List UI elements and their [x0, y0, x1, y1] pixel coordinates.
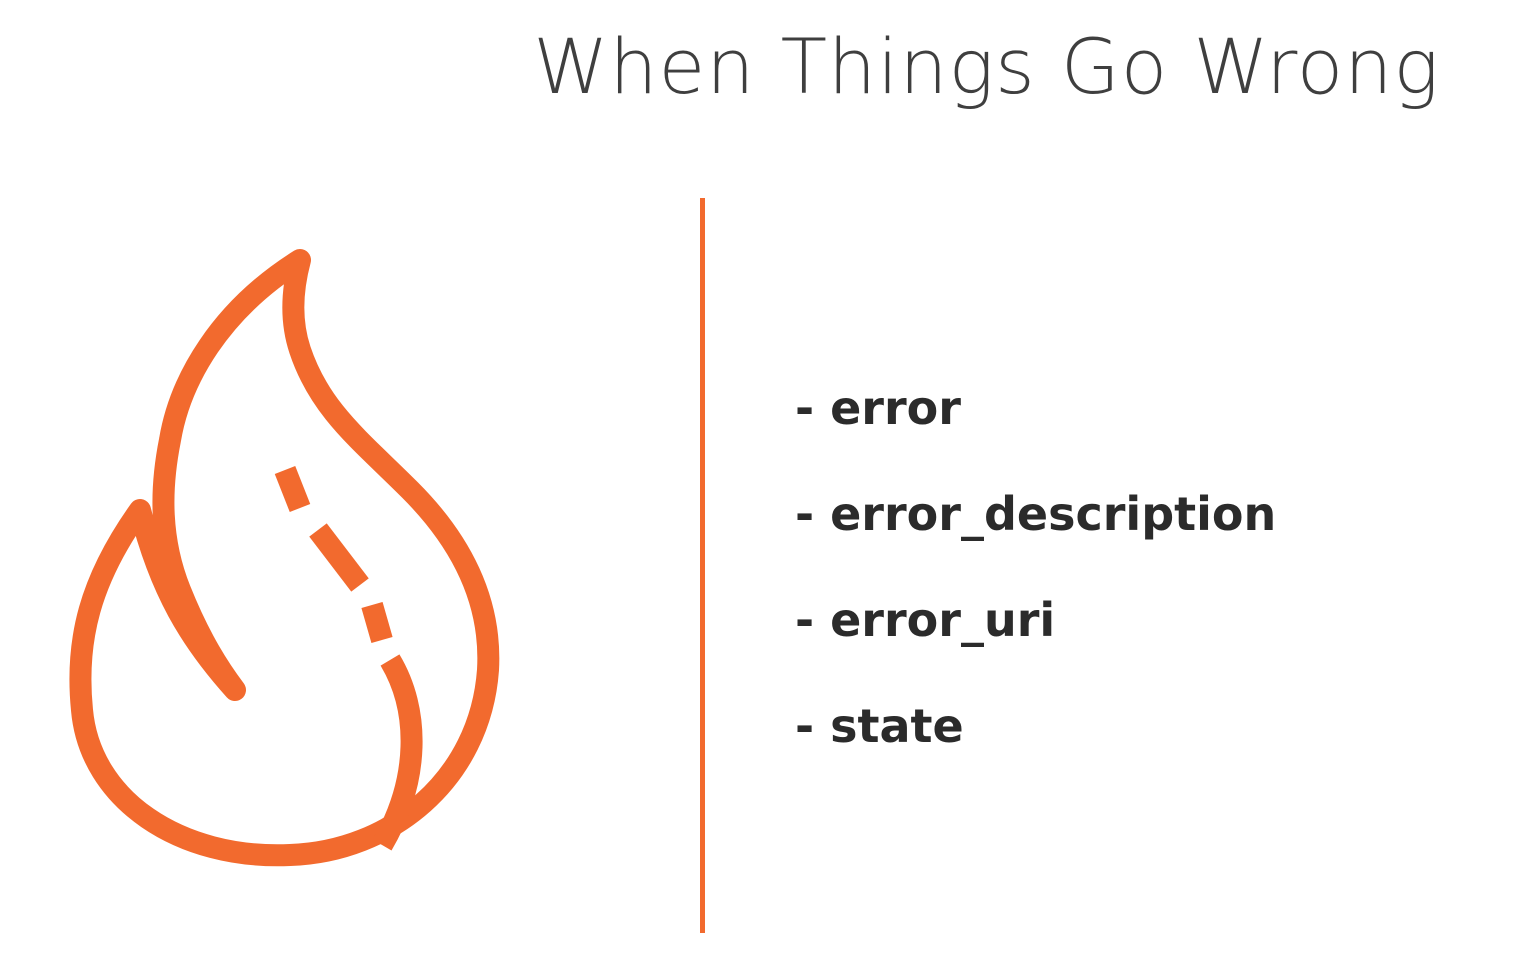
slide-title: When Things Go Wrong: [533, 22, 1440, 111]
vertical-divider: [700, 198, 705, 933]
bullet-item-error: - error: [795, 381, 961, 435]
bullet-item-error-uri: - error_uri: [795, 593, 1056, 647]
bullet-item-error-description: - error_description: [795, 487, 1277, 541]
bullet-item-state: - state: [795, 699, 964, 753]
bullet-list: - error - error_description - error_uri …: [795, 373, 1276, 797]
flame-icon: [69, 249, 500, 867]
